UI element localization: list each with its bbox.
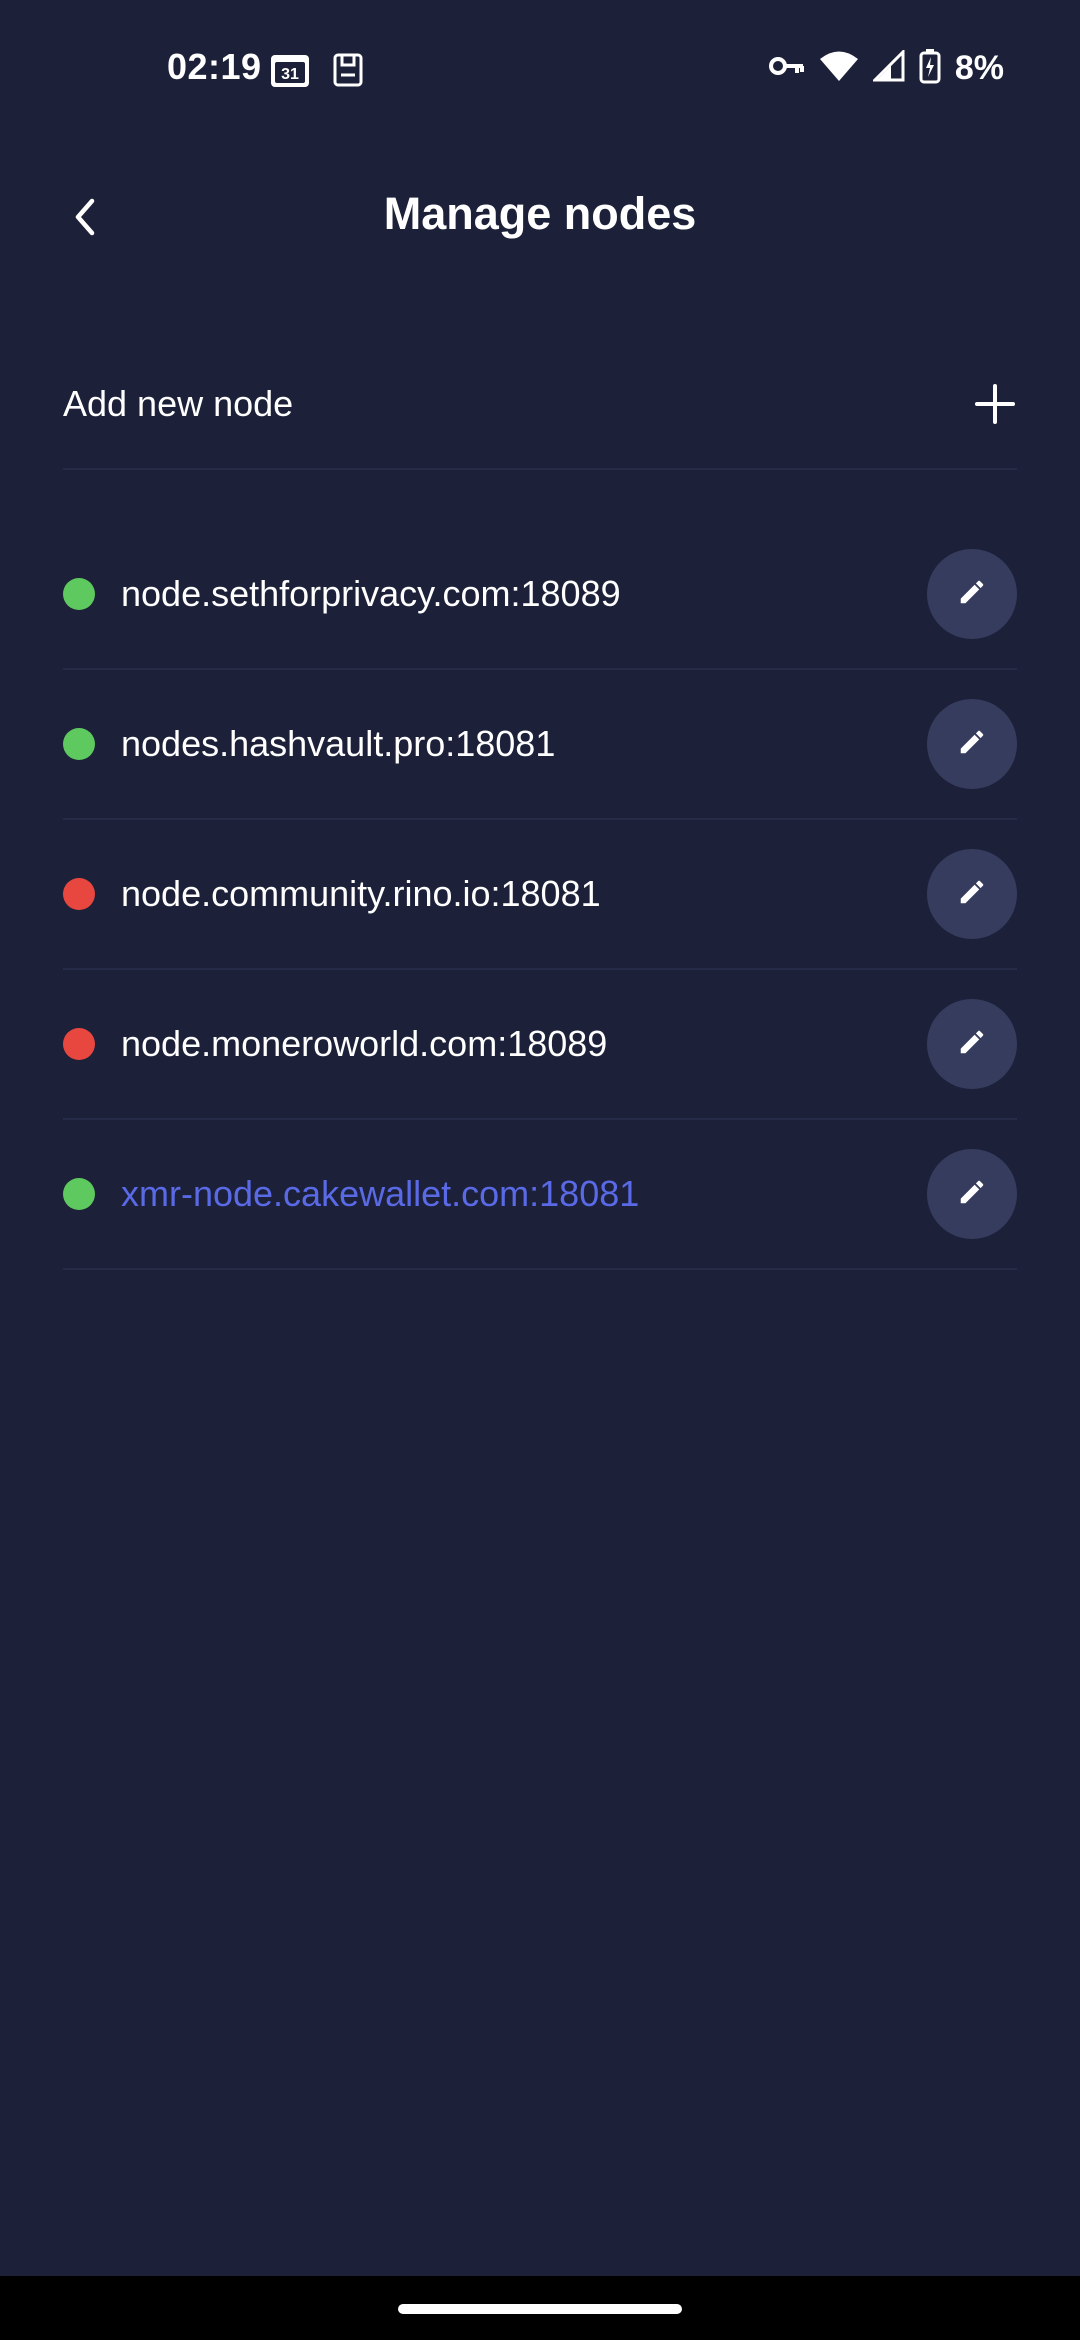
system-navigation-bar [0, 2276, 1080, 2340]
node-list-item[interactable]: nodes.hashvault.pro:18081 [63, 670, 1017, 820]
status-notification-icons: 31 [270, 52, 364, 93]
edit-node-button[interactable] [927, 549, 1017, 639]
sd-card-icon [332, 53, 364, 92]
plus-icon[interactable] [973, 382, 1017, 426]
node-address: node.moneroworld.com:18089 [121, 1023, 608, 1064]
battery-percentage: 8% [954, 49, 1004, 87]
status-system-icons: 8% [768, 48, 1004, 89]
node-address: node.sethforprivacy.com:18089 [121, 573, 621, 614]
battery-charging-icon [919, 48, 941, 89]
vpn-key-icon [768, 54, 805, 83]
cell-signal-icon [871, 48, 905, 87]
manage-nodes-screen: 02:19 31 8% Manage nodes Add new node no… [0, 0, 1080, 2340]
node-status-offline-indicator [63, 878, 95, 910]
edit-node-button[interactable] [927, 849, 1017, 939]
node-address-selected: xmr-node.cakewallet.com:18081 [121, 1173, 640, 1214]
wifi-icon [819, 50, 859, 87]
node-status-offline-indicator [63, 1028, 95, 1060]
node-list-item-selected[interactable]: xmr-node.cakewallet.com:18081 [63, 1120, 1017, 1270]
pencil-icon [957, 1027, 987, 1062]
add-new-node-label: Add new node [63, 383, 294, 424]
pencil-icon [957, 877, 987, 912]
node-status-online-indicator [63, 728, 95, 760]
pencil-icon [957, 577, 987, 612]
calendar-day-text: 31 [281, 66, 299, 83]
home-indicator[interactable] [398, 2304, 682, 2314]
node-list-item[interactable]: node.moneroworld.com:18089 [63, 970, 1017, 1120]
pencil-icon [957, 727, 987, 762]
page-title: Manage nodes [383, 188, 697, 239]
node-status-online-indicator [63, 578, 95, 610]
edit-node-button[interactable] [927, 999, 1017, 1089]
node-status-online-indicator [63, 1178, 95, 1210]
status-time: 02:19 [167, 46, 262, 87]
node-list-item[interactable]: node.sethforprivacy.com:18089 [63, 520, 1017, 670]
status-bar: 02:19 31 8% [0, 0, 1080, 140]
app-bar: Manage nodes [0, 160, 1080, 270]
calendar-icon: 31 [270, 52, 310, 93]
node-list: node.sethforprivacy.com:18089 nodes.hash… [63, 520, 1017, 1270]
pencil-icon [957, 1177, 987, 1212]
add-new-node-button[interactable]: Add new node [63, 340, 1017, 470]
node-address: node.community.rino.io:18081 [121, 873, 601, 914]
edit-node-button[interactable] [927, 1149, 1017, 1239]
node-list-item[interactable]: node.community.rino.io:18081 [63, 820, 1017, 970]
node-address: nodes.hashvault.pro:18081 [121, 723, 556, 764]
edit-node-button[interactable] [927, 699, 1017, 789]
